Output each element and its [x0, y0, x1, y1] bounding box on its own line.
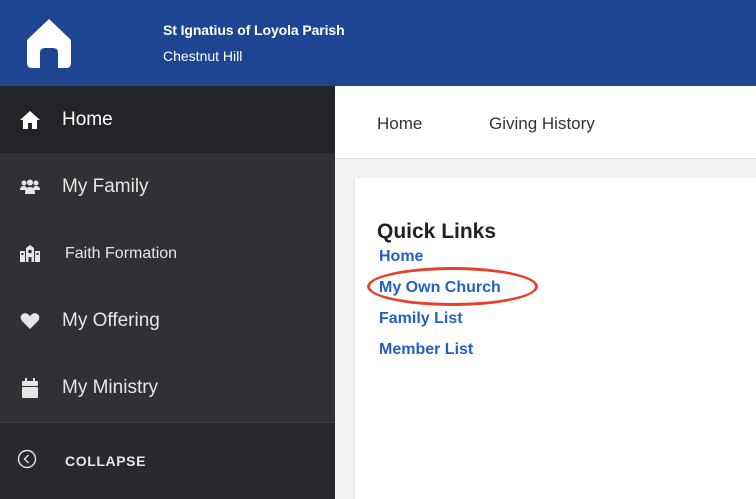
sidebar-item-home[interactable]: Home: [0, 86, 335, 153]
home-icon: [19, 109, 41, 131]
chevron-left-circle-icon: [17, 449, 37, 469]
tab-home[interactable]: Home: [377, 114, 422, 134]
calendar-icon: [19, 377, 41, 399]
tab-giving-history[interactable]: Giving History: [489, 114, 595, 134]
collapse-label: COLLAPSE: [65, 453, 147, 469]
quick-link-member-list[interactable]: Member List: [379, 341, 473, 359]
parish-location: Chestnut Hill: [163, 48, 243, 64]
sidebar-item-my-family[interactable]: My Family: [0, 153, 335, 220]
quick-links-card: Quick Links Home My Own Church Family Li…: [355, 178, 756, 499]
parish-name: St Ignatius of Loyola Parish: [163, 22, 345, 38]
tab-bar: Home Giving History: [335, 86, 756, 159]
sidebar-item-faith-formation[interactable]: Faith Formation: [0, 220, 335, 287]
sidebar-item-my-offering[interactable]: My Offering: [0, 287, 335, 354]
sidebar-item-label: Faith Formation: [65, 244, 178, 262]
school-icon: [19, 243, 41, 265]
family-icon: [19, 176, 41, 198]
highlight-annotation-circle: [367, 267, 538, 306]
sidebar-item-my-ministry[interactable]: My Ministry: [0, 354, 335, 421]
sidebar-item-label: Home: [62, 108, 113, 130]
quick-link-home[interactable]: Home: [379, 248, 423, 266]
quick-links-title: Quick Links: [377, 220, 497, 243]
sidebar-item-label: My Ministry: [62, 376, 159, 398]
heart-icon: [19, 310, 41, 332]
church-home-icon[interactable]: [26, 17, 72, 69]
sidebar-item-label: My Family: [62, 175, 149, 197]
quick-link-family-list[interactable]: Family List: [379, 310, 463, 328]
top-header: St Ignatius of Loyola Parish Chestnut Hi…: [0, 0, 756, 86]
sidebar: Home My Family Faith Formation My Offeri…: [0, 86, 335, 499]
sidebar-item-label: My Offering: [62, 309, 160, 331]
collapse-button[interactable]: COLLAPSE: [0, 422, 335, 499]
